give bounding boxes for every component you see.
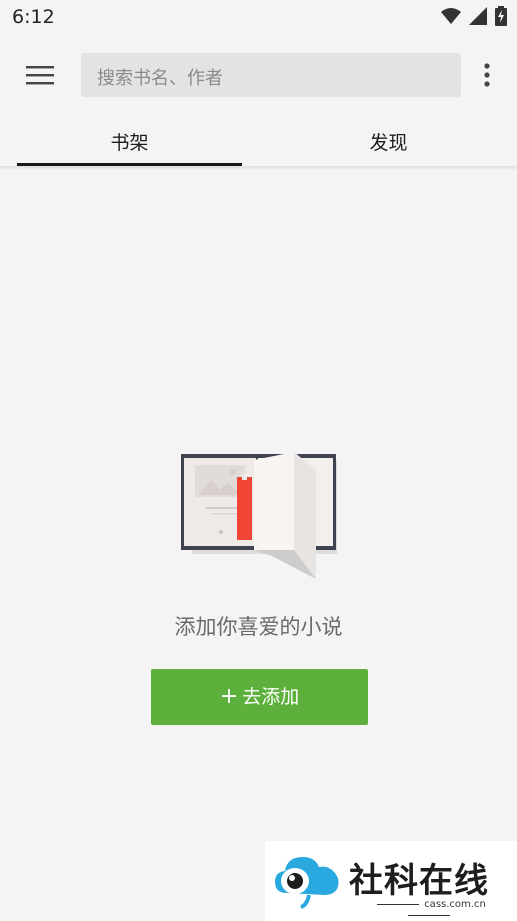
watermark: 社科在线 cass.com.cn	[265, 841, 517, 921]
empty-state-message: 添加你喜爱的小说	[174, 615, 343, 639]
signal-icon	[466, 6, 493, 25]
watermark-text: 社科在线	[349, 861, 489, 901]
add-button-label: 去添加	[242, 686, 300, 708]
search-placeholder: 搜索书名、作者	[97, 68, 223, 89]
tab-indicator	[17, 163, 242, 166]
tab-label: 发现	[369, 132, 408, 154]
hamburger-menu-icon[interactable]	[24, 60, 56, 90]
tab-bookshelf[interactable]: 书架	[17, 104, 242, 166]
battery-charging-icon	[493, 6, 507, 26]
status-icons	[439, 6, 507, 28]
more-vert-icon[interactable]	[476, 60, 498, 90]
watermark-subtext: cass.com.cn	[349, 899, 509, 921]
add-novel-button[interactable]: + 去添加	[151, 669, 368, 725]
open-book-illustration	[178, 450, 343, 589]
status-time: 6:12	[12, 6, 55, 28]
tab-discover[interactable]: 发现	[276, 104, 501, 166]
search-input[interactable]: 搜索书名、作者	[81, 53, 461, 97]
tab-label: 书架	[110, 132, 149, 154]
wifi-icon	[439, 6, 466, 25]
app-bar: 搜索书名、作者 书架 发现	[0, 36, 517, 166]
plus-icon: +	[219, 684, 239, 709]
watermark-logo	[273, 851, 343, 915]
status-bar: 6:12	[0, 0, 517, 36]
